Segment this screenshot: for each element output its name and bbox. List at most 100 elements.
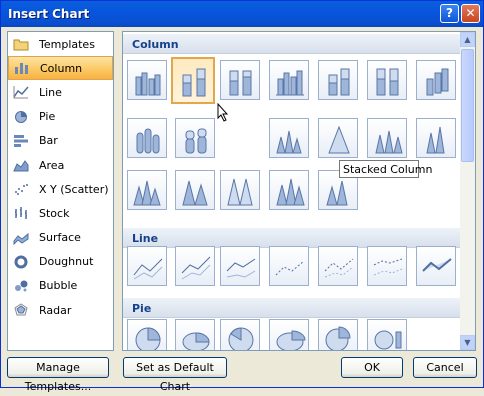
3d-line-thumbnail[interactable] (416, 246, 456, 286)
sidebar-item-label: Pie (39, 110, 56, 124)
area-chart-icon (13, 160, 29, 172)
pie-of-pie-thumbnail[interactable] (220, 319, 260, 350)
3d-column-thumbnail[interactable] (416, 60, 456, 100)
mouse-cursor-icon (217, 103, 229, 122)
100-stacked-line-with-markers-thumbnail[interactable] (367, 246, 407, 286)
scroll-thumb[interactable] (461, 49, 474, 162)
sidebar-item-templates[interactable]: Templates (8, 32, 113, 56)
sidebar-item-label: Area (39, 158, 65, 172)
cancel-button[interactable]: Cancel (413, 357, 477, 378)
sidebar-item-radar[interactable]: Radar (8, 298, 113, 322)
3d-stacked-column-thumbnail[interactable] (318, 60, 358, 100)
sidebar-item-label: Templates (39, 37, 95, 51)
clustered-cylinder-icon (136, 128, 160, 154)
stacked-cylinder-thumbnail[interactable] (175, 118, 215, 158)
sidebar-item-label: X Y (Scatter) (39, 182, 109, 196)
sidebar-item-scatter[interactable]: X Y (Scatter) (8, 177, 113, 201)
3d-exploded-pie-icon (325, 326, 351, 350)
bar-of-pie-thumbnail[interactable] (367, 319, 407, 350)
sidebar-item-stock[interactable]: Stock (8, 201, 113, 225)
sidebar-item-surface[interactable]: Surface (8, 226, 113, 250)
3d-cone-icon (426, 126, 445, 154)
3d-cone-thumbnail[interactable] (416, 118, 456, 158)
stacked-line-thumbnail[interactable] (175, 246, 215, 286)
3d-100-stacked-column-thumbnail[interactable] (367, 60, 407, 100)
pie-of-pie-icon (228, 327, 254, 350)
3d-stacked-column-icon (328, 68, 350, 96)
vertical-scrollbar[interactable]: ▲ ▼ (460, 32, 475, 350)
scroll-up-arrow[interactable]: ▲ (460, 32, 475, 47)
stacked-cylinder-icon (185, 128, 207, 154)
sidebar-item-line[interactable]: Line (8, 80, 113, 104)
sidebar-item-label: Bubble (39, 279, 78, 293)
sidebar-item-pie[interactable]: Pie (8, 105, 113, 129)
clustered-column-thumbnail[interactable] (127, 60, 167, 100)
3d-clustered-cone-thumbnail[interactable] (269, 118, 309, 158)
3d-clustered-cone-icon (276, 130, 302, 154)
sidebar-item-label: Column (40, 61, 83, 75)
bar-of-pie-icon (374, 330, 402, 350)
100-stacked-column-thumbnail[interactable] (220, 60, 260, 100)
line-thumbnail[interactable] (127, 246, 167, 286)
title-bar: Insert Chart ? ✕ (1, 1, 483, 27)
3d-clustered-pyramid-thumbnail[interactable] (269, 170, 309, 210)
sidebar-item-bubble[interactable]: Bubble (8, 274, 113, 298)
clustered-pyramid-thumbnail[interactable] (127, 170, 167, 210)
3d-stacked-cone-icon (328, 125, 350, 154)
exploded-pie-thumbnail[interactable] (269, 319, 309, 350)
3d-exploded-pie-thumbnail[interactable] (318, 319, 358, 350)
100-stacked-column-icon (229, 70, 252, 96)
doughnut-chart-icon (14, 255, 28, 269)
radar-chart-icon (14, 303, 28, 316)
100-stacked-line-thumbnail[interactable] (220, 246, 260, 286)
3d-pie-thumbnail[interactable] (175, 319, 215, 350)
stacked-line-icon (181, 256, 211, 280)
3d-line-icon (422, 258, 452, 272)
sidebar-item-doughnut[interactable]: Doughnut (8, 250, 113, 274)
close-button[interactable]: ✕ (461, 4, 480, 23)
stacked-column-icon (182, 68, 206, 97)
sidebar-item-area[interactable]: Area (8, 153, 113, 177)
3d-pyramid-icon (326, 180, 348, 206)
help-button[interactable]: ? (440, 4, 459, 23)
section-header-line: Line (123, 228, 461, 248)
stock-chart-icon (15, 207, 27, 220)
stacked-pyramid-thumbnail[interactable] (175, 170, 215, 210)
column-chart-icon (15, 63, 28, 75)
sidebar-item-label: Doughnut (39, 255, 94, 269)
3d-stacked-cone-thumbnail[interactable] (318, 118, 358, 158)
exploded-pie-icon (276, 330, 306, 350)
3d-clustered-column-icon (276, 70, 304, 96)
set-default-chart-button[interactable]: Set as Default Chart (123, 357, 227, 393)
sidebar-item-bar[interactable]: Bar (8, 129, 113, 153)
stacked-line-with-markers-thumbnail[interactable] (318, 246, 358, 286)
3d-clustered-column-thumbnail[interactable] (269, 60, 309, 100)
section-header-pie: Pie (123, 298, 461, 318)
stacked-pyramid-icon (182, 180, 208, 206)
sidebar-item-column[interactable]: Column (8, 56, 113, 81)
line-icon (133, 258, 163, 280)
3d-pie-icon (182, 332, 210, 350)
manage-templates-button[interactable]: Manage Templates... (7, 357, 109, 393)
bar-chart-icon (14, 134, 28, 147)
sidebar-item-label: Radar (39, 303, 72, 317)
line-chart-icon (13, 86, 29, 99)
chart-type-list: Templates Column Line Pie Bar Area X Y (… (7, 31, 114, 351)
stacked-column-thumbnail[interactable] (171, 57, 215, 104)
pie-icon (135, 327, 161, 350)
3d-column-icon (426, 68, 449, 96)
cone-column-icon (375, 130, 403, 154)
100-stacked-line-icon (226, 258, 256, 278)
ok-button[interactable]: OK (341, 357, 403, 378)
line-with-markers-thumbnail[interactable] (269, 246, 309, 286)
pie-chart-icon (15, 110, 27, 123)
pie-thumbnail[interactable] (127, 319, 167, 350)
chart-gallery: Column Stacked Column Line Pie ▲ ▼ (122, 31, 476, 351)
100-stacked-line-with-markers-icon (373, 258, 403, 276)
clustered-cylinder-thumbnail[interactable] (127, 118, 167, 158)
section-header-column: Column (123, 34, 461, 54)
100-stacked-pyramid-thumbnail[interactable] (220, 170, 260, 210)
scroll-down-arrow[interactable]: ▼ (460, 335, 475, 350)
folder-icon (13, 39, 29, 51)
3d-100-stacked-cylinder-thumbnail[interactable] (367, 118, 407, 158)
